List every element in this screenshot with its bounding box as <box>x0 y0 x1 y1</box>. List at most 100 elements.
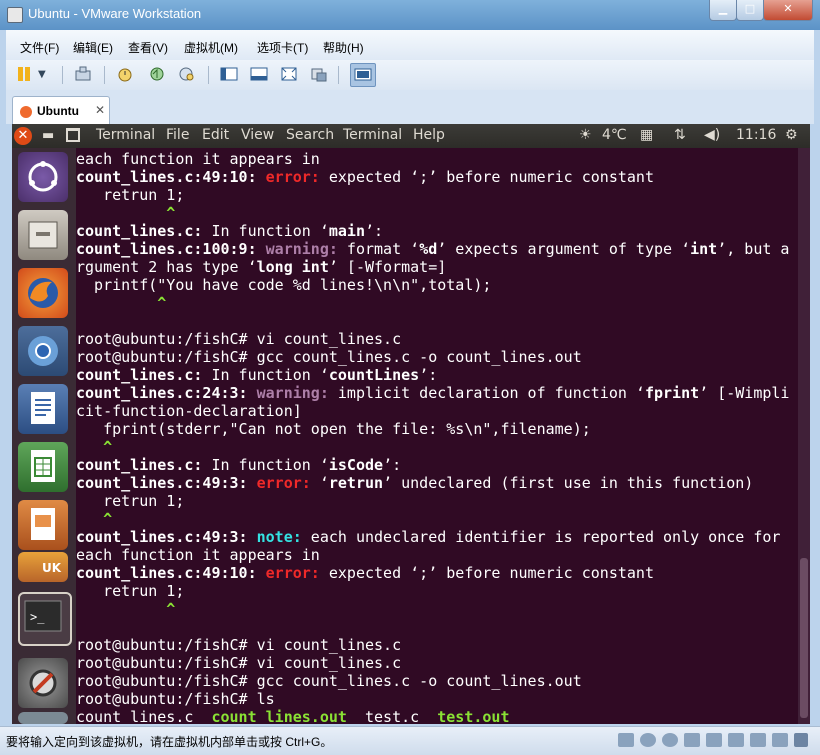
terminal-text: count_lines.c:49:3: <box>76 528 257 546</box>
menu-terminal-ubuntu[interactable]: Terminal <box>343 127 402 143</box>
menu-file-ubuntu[interactable]: File <box>166 127 189 143</box>
volume-icon[interactable]: ◀) <box>704 127 720 143</box>
floppy-icon[interactable] <box>662 733 678 747</box>
terminal-line: ^ <box>76 204 789 222</box>
menu-search-ubuntu[interactable]: Search <box>286 127 334 143</box>
network-icon[interactable]: ⇅ <box>674 127 686 143</box>
software-center-icon[interactable]: UK <box>18 552 68 582</box>
maximize-button[interactable]: □ <box>736 0 764 21</box>
show-library-icon[interactable] <box>220 65 238 83</box>
terminal-text: expected ‘;’ before numeric constant <box>319 564 654 582</box>
message-log-icon[interactable] <box>794 733 808 747</box>
chromium-icon[interactable] <box>18 326 68 376</box>
unity-icon[interactable] <box>310 65 328 83</box>
tab-label: Ubuntu <box>37 104 79 118</box>
ubuntu-dash-icon[interactable] <box>18 152 68 202</box>
menu-tabs[interactable]: 选项卡(T) <box>257 39 308 56</box>
toolbar: ▼ <box>6 60 814 90</box>
system-settings-icon[interactable] <box>18 658 68 708</box>
terminal-text: retrun <box>328 474 384 492</box>
title-bar[interactable]: Ubuntu - VMware Workstation ▁ □ ✕ <box>0 0 820 30</box>
terminal-icon[interactable]: >_ <box>18 592 72 646</box>
toolbar-separator <box>62 66 63 84</box>
vmware-app-icon <box>7 7 23 23</box>
thumbnail-bar-icon[interactable] <box>250 65 268 83</box>
menu-view[interactable]: 查看(V) <box>128 39 168 56</box>
tab-close-icon[interactable]: ✕ <box>95 103 105 117</box>
terminal-text: ^ <box>76 510 113 528</box>
full-screen-icon[interactable] <box>280 65 298 83</box>
menu-help-ubuntu[interactable]: Help <box>413 127 445 143</box>
terminal-text: count_lines.c: <box>76 366 203 384</box>
workspace-icon[interactable] <box>18 712 68 724</box>
menu-view-ubuntu[interactable]: View <box>241 127 274 143</box>
usb-icon[interactable] <box>706 733 722 747</box>
terminal-text: count_lines.c: <box>76 222 203 240</box>
panel-clock[interactable]: 11:16 <box>736 127 776 143</box>
printer-icon[interactable] <box>750 733 766 747</box>
menu-edit-ubuntu[interactable]: Edit <box>202 127 229 143</box>
terminal-text: format ‘ <box>337 240 420 258</box>
terminal-line: retrun 1; <box>76 492 789 510</box>
minimize-button[interactable]: ▁ <box>709 0 737 21</box>
terminal-line: count_lines.c:24:3: warning: implicit de… <box>76 384 789 402</box>
terminal-output[interactable]: each function it appears in count_lines.c… <box>76 148 798 724</box>
terminal-close-icon[interactable]: ✕ <box>14 127 32 145</box>
calendar-icon[interactable]: ▦ <box>640 127 653 143</box>
terminal-minimize-icon[interactable]: ▬ <box>42 128 54 143</box>
snapshot-icon[interactable] <box>116 65 134 83</box>
terminal-text: count_lines.c: <box>76 456 203 474</box>
terminal-text: root@ubuntu:/fishC# gcc count_lines.c -o… <box>76 348 582 366</box>
menu-edit[interactable]: 编辑(E) <box>73 39 113 56</box>
snapshot-manager-icon[interactable] <box>178 65 196 83</box>
tab-ubuntu[interactable]: Ubuntu ✕ <box>12 96 110 125</box>
gear-icon[interactable]: ⚙ <box>785 127 798 143</box>
terminal-text: root@ubuntu:/fishC# gcc count_lines.c -o… <box>76 672 582 690</box>
files-icon[interactable] <box>18 210 68 260</box>
terminal-text: count_lines.c:24:3: <box>76 384 257 402</box>
menu-file[interactable]: 文件(F) <box>20 39 59 56</box>
status-bar: 要将输入定向到该虚拟机，请在虚拟机内部单击或按 Ctrl+G。 <box>0 726 820 755</box>
scrollbar-thumb[interactable] <box>800 558 808 718</box>
console-view-icon[interactable] <box>350 63 376 87</box>
terminal-line: count_lines.c count_lines.out test.c tes… <box>76 708 789 724</box>
writer-icon[interactable] <box>18 384 68 434</box>
terminal-text: error: <box>256 474 311 492</box>
weather-icon[interactable]: ☀ <box>579 127 592 143</box>
terminal-line: count_lines.c:49:10: error: expected ‘;’… <box>76 564 789 582</box>
send-ctrl-alt-del-icon[interactable] <box>74 65 92 83</box>
close-button[interactable]: ✕ <box>763 0 813 21</box>
unity-launcher: UK >_ <box>12 148 76 724</box>
terminal-text: test.c <box>346 708 438 724</box>
ubuntu-top-panel: ✕ ▬ Terminal File Edit View Search Termi… <box>12 124 810 148</box>
terminal-maximize-icon[interactable] <box>66 128 80 142</box>
revert-snapshot-icon[interactable] <box>148 65 166 83</box>
tab-bar: Ubuntu ✕ <box>6 90 814 125</box>
terminal-text: cit-function-declaration] <box>76 402 302 420</box>
pause-icon[interactable] <box>16 65 34 83</box>
sound-card-icon[interactable] <box>728 733 744 747</box>
terminal-scrollbar[interactable] <box>798 148 810 724</box>
chevron-down-icon[interactable]: ▼ <box>38 69 56 87</box>
terminal-line: retrun 1; <box>76 186 789 204</box>
terminal-text: ’ expects argument of type ‘ <box>437 240 691 258</box>
terminal-text: retrun 1; <box>76 492 185 510</box>
terminal-text: isCode <box>328 456 384 474</box>
menu-vm[interactable]: 虚拟机(M) <box>184 39 238 56</box>
hard-disk-icon[interactable] <box>618 733 634 747</box>
vm-display[interactable]: ✕ ▬ Terminal File Edit View Search Termi… <box>12 124 810 724</box>
terminal-line: ^ <box>76 294 789 312</box>
display-icon[interactable] <box>772 733 788 747</box>
terminal-text: count_lines.out <box>211 708 347 724</box>
terminal-text: each function it appears in <box>76 546 320 564</box>
terminal-line: count_lines.c: In function ‘isCode’: <box>76 456 789 474</box>
weather-temperature[interactable]: 4℃ <box>602 127 627 143</box>
maximize-icon: □ <box>744 2 756 15</box>
terminal-text: root@ubuntu:/fishC# vi count_lines.c <box>76 330 402 348</box>
firefox-icon[interactable] <box>18 268 68 318</box>
cd-dvd-icon[interactable] <box>640 733 656 747</box>
calc-icon[interactable] <box>18 442 68 492</box>
menu-help[interactable]: 帮助(H) <box>323 39 364 56</box>
network-adapter-icon[interactable] <box>684 733 700 747</box>
impress-icon[interactable] <box>18 500 68 550</box>
